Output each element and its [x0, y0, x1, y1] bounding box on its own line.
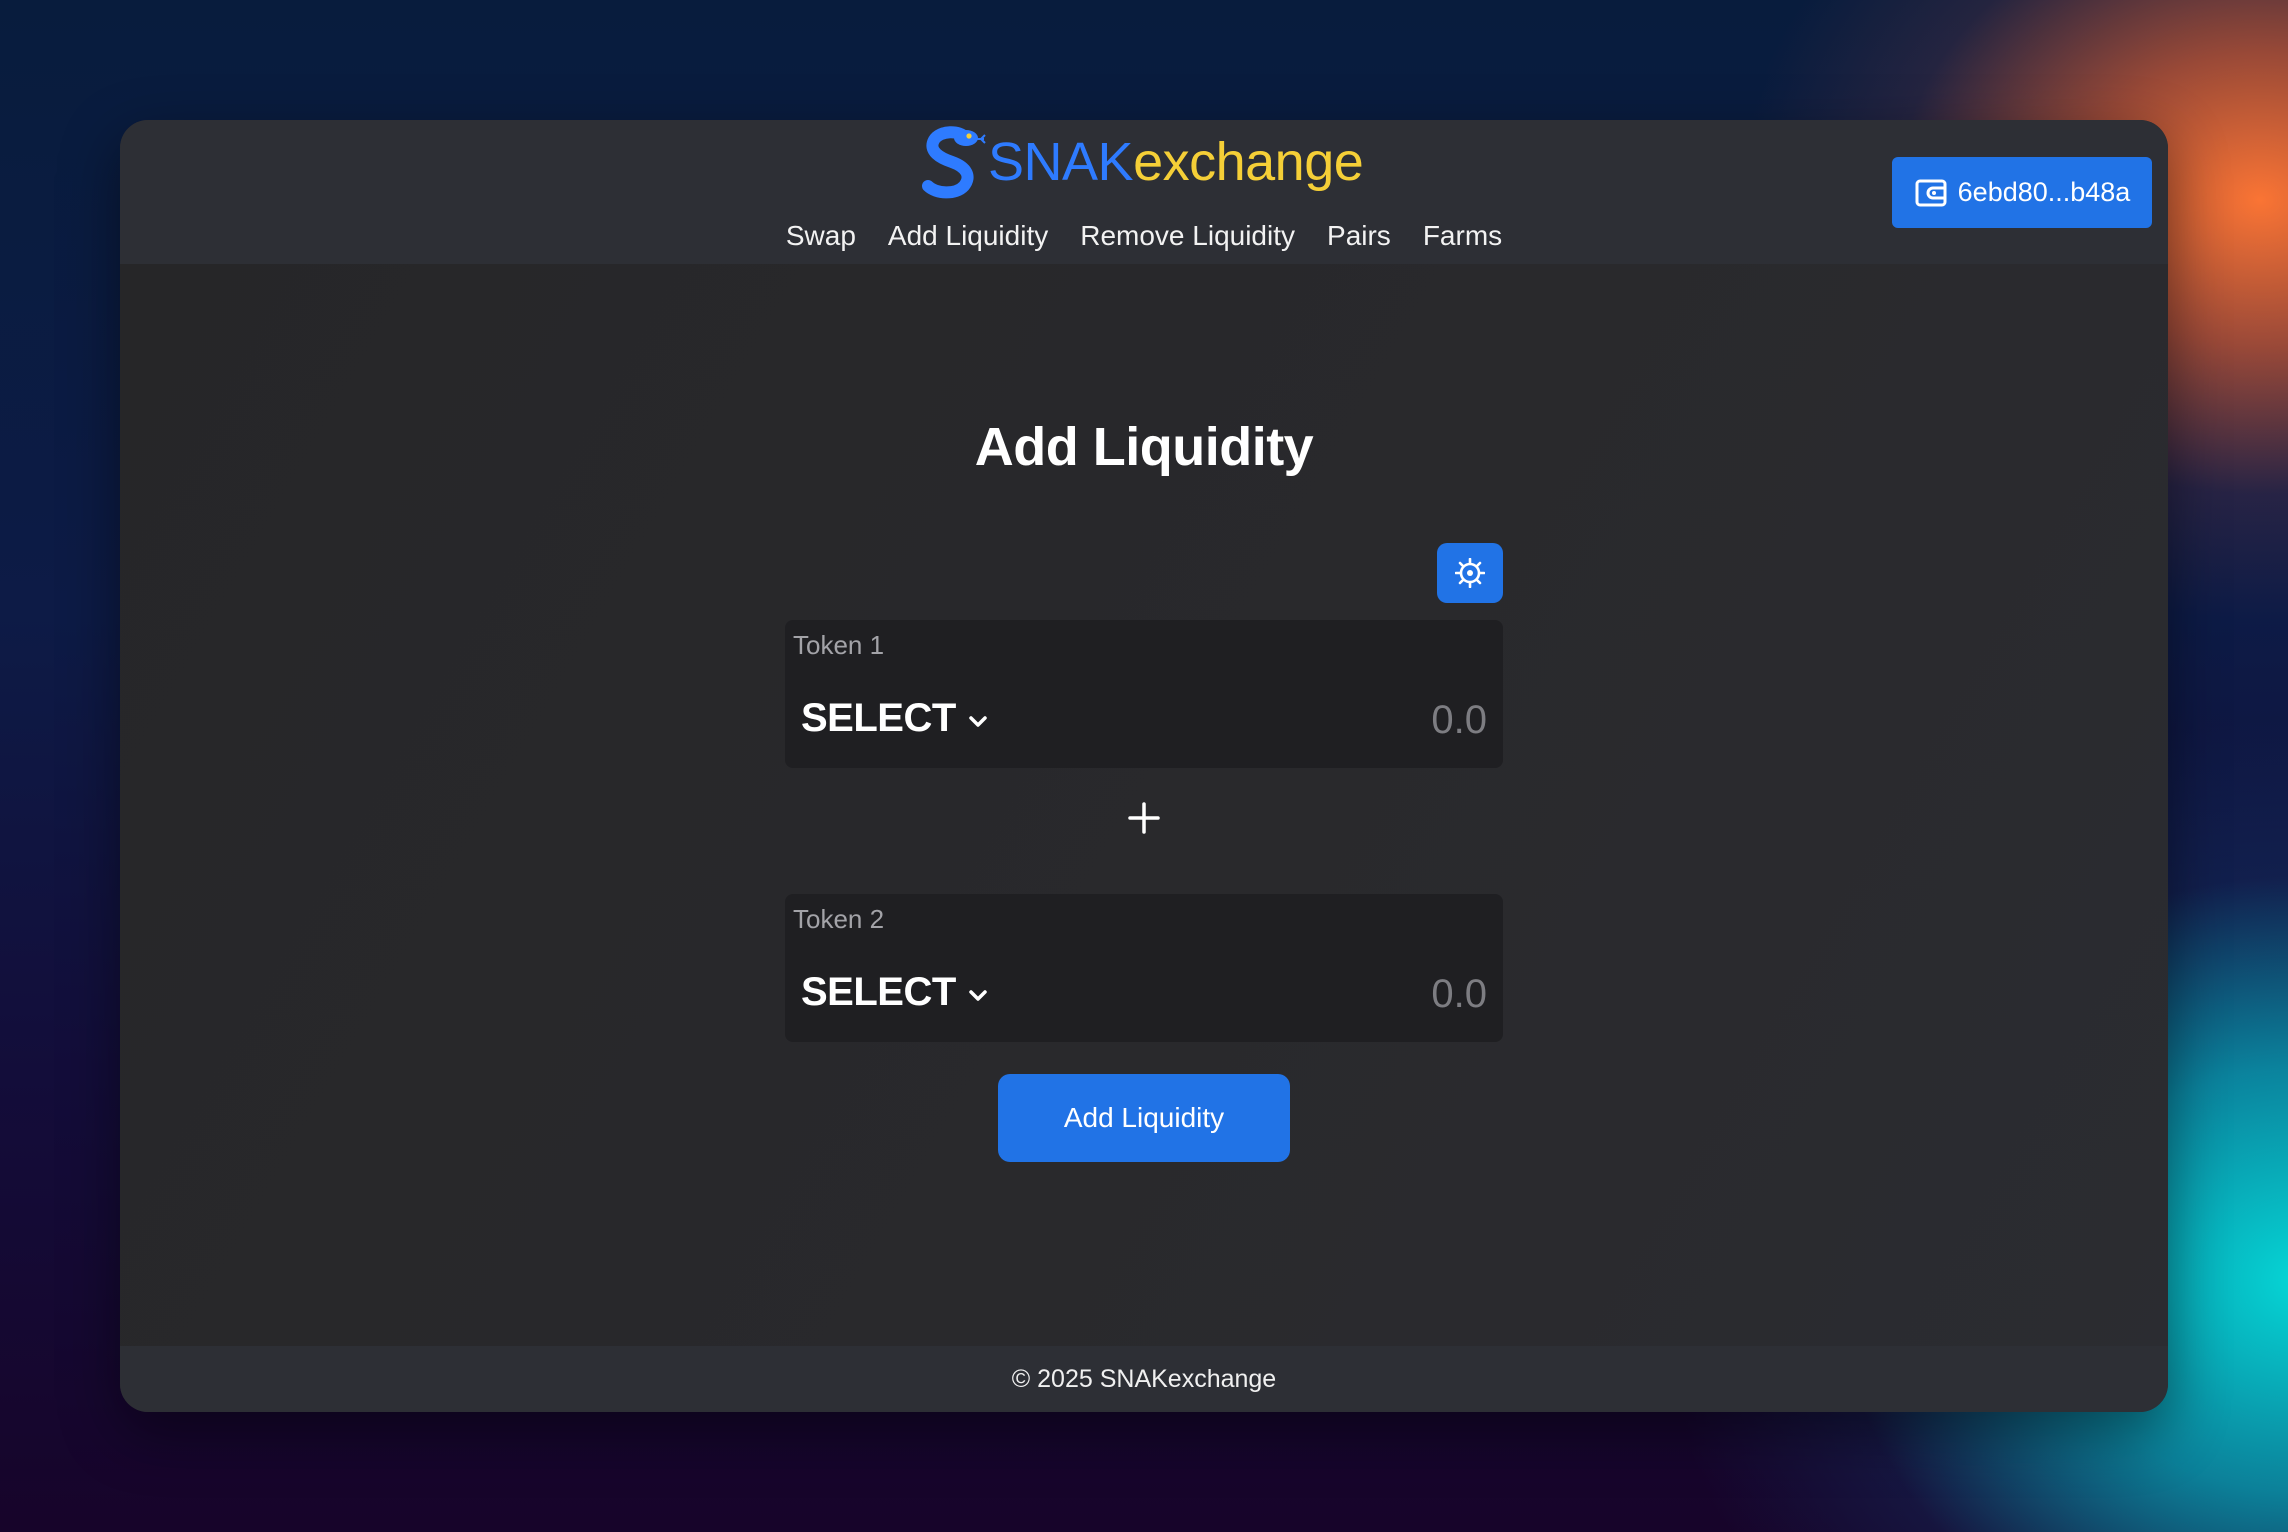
token2-select-label: SELECT	[801, 970, 956, 1014]
token1-panel: Token 1 SELECT	[785, 620, 1503, 768]
main-nav: Swap Add Liquidity Remove Liquidity Pair…	[120, 220, 2168, 252]
token1-select[interactable]: SELECT	[801, 696, 988, 741]
wallet-address: 6ebd80...b48a	[1957, 177, 2131, 207]
token2-amount-input[interactable]	[1187, 968, 1487, 1020]
wallet-icon	[1915, 179, 1947, 206]
brand-logo[interactable]: SNAKexchange	[916, 122, 1396, 202]
nav-remove-liquidity[interactable]: Remove Liquidity	[1080, 220, 1295, 252]
nav-add-liquidity[interactable]: Add Liquidity	[888, 220, 1048, 252]
token2-panel: Token 2 SELECT	[785, 894, 1503, 1042]
chevron-down-icon	[969, 989, 987, 1001]
settings-icon	[1455, 558, 1485, 588]
add-liquidity-button[interactable]: Add Liquidity	[998, 1074, 1290, 1162]
brand-name-snak: SNAK	[988, 132, 1134, 192]
page-title: Add Liquidity	[974, 417, 1314, 477]
snake-icon	[922, 126, 986, 199]
chevron-down-icon	[969, 715, 987, 727]
nav-swap[interactable]: Swap	[786, 220, 856, 252]
app-window: SNAKexchange Swap Add Liquidity Remove L…	[120, 120, 2168, 1412]
nav-pairs[interactable]: Pairs	[1327, 220, 1391, 252]
brand-name: SNAKexchange	[988, 131, 1364, 193]
plus-icon	[1128, 802, 1160, 834]
token1-label: Token 1	[793, 630, 885, 660]
nav-farms[interactable]: Farms	[1423, 220, 1502, 252]
settings-button[interactable]	[1437, 543, 1503, 603]
footer: © 2025 SNAKexchange	[120, 1346, 2168, 1412]
footer-copyright: © 2025 SNAKexchange	[1011, 1364, 1277, 1393]
token1-amount-input[interactable]	[1187, 694, 1487, 746]
token1-select-label: SELECT	[801, 696, 956, 740]
header: SNAKexchange Swap Add Liquidity Remove L…	[120, 120, 2168, 264]
token2-select[interactable]: SELECT	[801, 970, 988, 1015]
token2-label: Token 2	[793, 904, 885, 934]
brand-name-exchange: exchange	[1133, 132, 1364, 192]
wallet-button[interactable]: 6ebd80...b48a	[1892, 157, 2152, 228]
